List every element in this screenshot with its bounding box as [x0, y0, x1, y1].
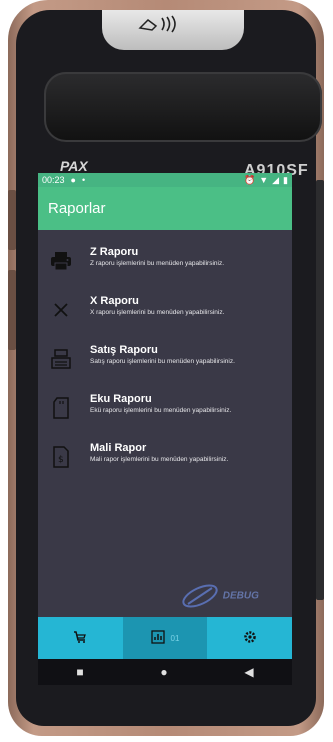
- battery-icon: ▮: [283, 174, 288, 185]
- menu-item-title: Eku Raporu: [90, 393, 152, 405]
- tab-reports-label: 01: [170, 633, 180, 643]
- bottom-navigation: 01: [38, 617, 292, 659]
- cash-register-icon: [48, 346, 74, 372]
- status-bar: 00:23 ● • ⏰ ▼ ◢ ▮: [38, 173, 292, 187]
- tab-reports[interactable]: 01: [122, 617, 208, 659]
- report-menu: Z Raporu Z raporu işlemlerini bu menüden…: [38, 230, 292, 483]
- tab-cart[interactable]: [38, 617, 123, 659]
- menu-item-x-raporu[interactable]: X Raporu X raporu işlemlerini bu menüden…: [38, 287, 292, 336]
- receipt-printer-slot: [44, 72, 322, 142]
- chart-icon: [150, 629, 165, 647]
- tab-settings[interactable]: [207, 617, 292, 659]
- app-notification-icon: ●: [70, 175, 76, 185]
- back-icon[interactable]: ◀: [244, 665, 253, 679]
- menu-item-subtitle: X raporu işlemlerini bu menüden yapabili…: [90, 309, 225, 316]
- menu-item-subtitle: Ekü raporu işlemlerini bu menüden yapabi…: [90, 407, 232, 414]
- watermark-text: DEBUG: [222, 590, 259, 602]
- menu-item-subtitle: Satış raporu işlemlerini bu menüden yapa…: [90, 358, 235, 365]
- menu-item-satis-raporu[interactable]: Satış Raporu Satış raporu işlemlerini bu…: [38, 336, 292, 385]
- svg-text:$: $: [58, 455, 64, 465]
- sd-card-icon: [48, 395, 74, 421]
- close-icon: [48, 297, 74, 323]
- system-navigation-bar: ■ ● ◀: [38, 659, 292, 685]
- menu-item-title: Mali Rapor: [90, 442, 147, 454]
- app-bar: Raporlar: [38, 187, 292, 230]
- menu-item-subtitle: Mali rapor işlemlerini bu menüden yapabi…: [90, 456, 229, 463]
- recent-apps-icon[interactable]: ■: [76, 665, 83, 679]
- side-button-left-bottom[interactable]: [8, 270, 16, 350]
- alarm-icon: ⏰: [243, 174, 256, 185]
- debug-watermark: DEBUG: [180, 584, 259, 608]
- home-icon[interactable]: ●: [160, 665, 167, 679]
- side-button-right: [316, 180, 324, 600]
- menu-item-title: Satış Raporu: [90, 344, 158, 356]
- wifi-icon: ▼: [259, 174, 269, 185]
- menu-item-title: Z Raporu: [90, 246, 139, 258]
- invoice-icon: $: [48, 444, 74, 470]
- cart-icon: [73, 630, 87, 647]
- watermark-logo-icon: [180, 584, 220, 608]
- settings-icon: [243, 630, 257, 647]
- menu-item-mali-rapor[interactable]: $ Mali Rapor Mali rapor işlemlerini bu m…: [38, 434, 292, 483]
- menu-item-title: X Raporu: [90, 295, 139, 307]
- page-title: Raporlar: [48, 200, 106, 217]
- printer-icon: [48, 248, 74, 274]
- nfc-contactless-icon: [136, 14, 184, 39]
- side-button-left-top[interactable]: [8, 190, 16, 250]
- device-screen: 00:23 ● • ⏰ ▼ ◢ ▮ Raporlar Z Raporu Z ra…: [38, 173, 292, 685]
- notification-dot-icon: •: [81, 175, 86, 185]
- menu-item-subtitle: Z raporu işlemlerini bu menüden yapabili…: [90, 260, 225, 267]
- signal-icon: ◢: [272, 174, 280, 185]
- menu-item-eku-raporu[interactable]: Eku Raporu Ekü raporu işlemlerini bu men…: [38, 385, 292, 434]
- menu-item-z-raporu[interactable]: Z Raporu Z raporu işlemlerini bu menüden…: [38, 238, 292, 287]
- status-time: 00:23: [42, 175, 65, 185]
- device-brand: PAX: [60, 158, 88, 174]
